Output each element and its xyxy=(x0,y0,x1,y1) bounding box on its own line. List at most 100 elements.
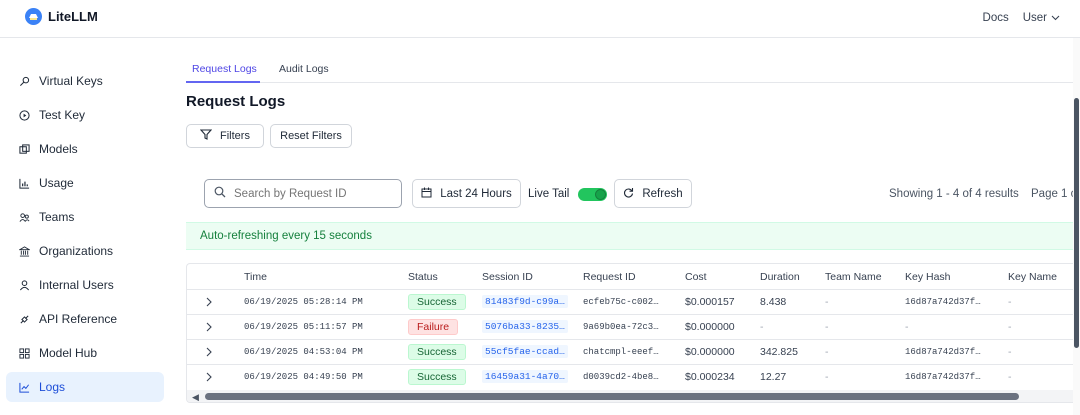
user-menu[interactable]: User xyxy=(1023,12,1060,24)
status-badge: Failure xyxy=(408,319,459,335)
column-header-time[interactable]: Time xyxy=(244,271,267,283)
docs-link[interactable]: Docs xyxy=(983,12,1009,24)
sidebar-item-label: Test Key xyxy=(39,108,86,122)
cell-session-id[interactable]: 16459a31-4a70… xyxy=(482,370,568,383)
sidebar-item-label: Teams xyxy=(39,210,75,224)
cell-time: 06/19/2025 05:28:14 PM xyxy=(244,297,363,307)
refresh-icon xyxy=(623,187,634,201)
chevron-right-icon[interactable] xyxy=(205,296,215,308)
cell-team-name: - xyxy=(825,296,829,308)
cell-key-name: - xyxy=(1008,371,1012,383)
team-icon xyxy=(19,212,30,223)
block-icon xyxy=(19,143,30,155)
scrollbar-thumb[interactable] xyxy=(205,393,1019,400)
sidebar-item-label: Internal Users xyxy=(39,278,114,292)
cell-duration: 12.27 xyxy=(760,371,787,383)
sidebar-item-organizations[interactable]: Organizations xyxy=(6,236,164,266)
sidebar-item-teams[interactable]: Teams xyxy=(6,202,164,232)
cell-team-name: - xyxy=(825,371,829,383)
play-circle-icon xyxy=(19,109,30,121)
table-row[interactable]: 06/19/2025 04:53:04 PM Success 55cf5fae-… xyxy=(187,339,1080,364)
vertical-scrollbar[interactable] xyxy=(1073,38,1080,415)
bank-icon xyxy=(19,245,30,257)
horizontal-scrollbar[interactable]: ◀ xyxy=(187,390,1080,402)
search-input[interactable] xyxy=(234,187,394,200)
table-row[interactable]: 06/19/2025 04:49:50 PM Success 16459a31-… xyxy=(187,364,1080,389)
sidebar-item-usage[interactable]: Usage xyxy=(6,168,164,198)
cell-duration: 8.438 xyxy=(760,296,787,308)
tab-bar: Request Logs Audit Logs xyxy=(186,54,1080,83)
cell-key-name: - xyxy=(1008,346,1012,358)
cell-team-name: - xyxy=(825,346,829,358)
page-indicator: Page 1 c xyxy=(1031,188,1077,200)
sidebar-item-label: Model Hub xyxy=(39,346,98,360)
calendar-icon xyxy=(421,187,432,201)
sidebar-item-api-reference[interactable]: API Reference xyxy=(6,304,164,334)
column-header-key-hash[interactable]: Key Hash xyxy=(905,271,951,283)
cell-cost: $0.000234 xyxy=(685,371,735,383)
key-icon xyxy=(19,76,30,87)
column-header-session-id[interactable]: Session ID xyxy=(482,271,533,283)
sidebar-item-logs[interactable]: Logs xyxy=(6,372,164,402)
column-header-cost[interactable]: Cost xyxy=(685,271,707,283)
refresh-label: Refresh xyxy=(642,187,683,200)
cell-key-name: - xyxy=(1008,321,1012,333)
sidebar-item-virtual-keys[interactable]: Virtual Keys xyxy=(6,66,164,96)
tab-request-logs[interactable]: Request Logs xyxy=(192,63,257,75)
cell-request-id: d0039cd2-4be8… xyxy=(583,372,659,382)
sidebar-item-models[interactable]: Models xyxy=(6,134,164,164)
filters-button[interactable]: Filters xyxy=(186,124,264,148)
status-badge: Success xyxy=(408,369,466,385)
cell-key-hash: 16d87a742d37f… xyxy=(905,297,981,307)
cell-key-hash: - xyxy=(905,321,909,333)
app-name: LiteLLM xyxy=(48,9,98,24)
sidebar-item-label: Logs xyxy=(39,380,66,394)
cell-request-id: chatcmpl-eeef… xyxy=(583,347,659,357)
logo[interactable]: LiteLLM xyxy=(25,8,98,25)
cell-duration: 342.825 xyxy=(760,346,798,358)
logo-icon xyxy=(25,8,42,25)
chevron-right-icon[interactable] xyxy=(205,321,215,333)
cell-key-hash: 16d87a742d37f… xyxy=(905,372,981,382)
user-icon xyxy=(19,279,30,291)
status-badge: Success xyxy=(408,294,466,310)
column-header-team-name[interactable]: Team Name xyxy=(825,271,882,283)
refresh-button[interactable]: Refresh xyxy=(614,179,692,208)
vertical-scrollbar-thumb[interactable] xyxy=(1074,98,1079,348)
cell-cost: $0.000000 xyxy=(685,346,735,358)
table-row[interactable]: 06/19/2025 05:11:57 PM Failure 5076ba33-… xyxy=(187,314,1080,339)
table-row[interactable]: 06/19/2025 05:28:14 PM Success 81483f9d-… xyxy=(187,289,1080,314)
auto-refresh-banner: Auto-refreshing every 15 seconds xyxy=(186,222,1080,250)
cell-session-id[interactable]: 5076ba33-8235… xyxy=(482,320,568,333)
column-header-status[interactable]: Status xyxy=(408,271,438,283)
logs-toolbar: Last 24 Hours Live Tail Refresh Showing … xyxy=(186,168,1080,220)
sidebar-item-label: Organizations xyxy=(39,244,114,258)
column-header-request-id[interactable]: Request ID xyxy=(583,271,636,283)
live-tail-toggle[interactable] xyxy=(578,188,607,201)
sidebar-item-model-hub[interactable]: Model Hub xyxy=(6,338,164,368)
column-header-duration[interactable]: Duration xyxy=(760,271,800,283)
apps-icon xyxy=(19,347,30,359)
chevron-right-icon[interactable] xyxy=(205,346,215,358)
time-range-button[interactable]: Last 24 Hours xyxy=(412,179,521,208)
search-icon xyxy=(214,186,226,201)
reset-filters-button[interactable]: Reset Filters xyxy=(270,124,352,148)
cell-team-name: - xyxy=(825,321,829,333)
live-tail-label: Live Tail xyxy=(528,188,570,200)
cell-session-id[interactable]: 55cf5fae-ccad… xyxy=(482,345,568,358)
sidebar-item-test-key[interactable]: Test Key xyxy=(6,100,164,130)
filter-icon xyxy=(199,129,213,143)
search-box[interactable] xyxy=(204,179,402,208)
sidebar-item-label: Virtual Keys xyxy=(39,74,103,88)
chevron-right-icon[interactable] xyxy=(205,371,215,383)
page-title: Request Logs xyxy=(186,93,286,110)
filters-label: Filters xyxy=(220,130,250,142)
time-range-label: Last 24 Hours xyxy=(440,187,512,200)
tab-audit-logs[interactable]: Audit Logs xyxy=(279,63,329,75)
column-header-key-name[interactable]: Key Name xyxy=(1008,271,1057,283)
sidebar-item-internal-users[interactable]: Internal Users xyxy=(6,270,164,300)
cell-time: 06/19/2025 05:11:57 PM xyxy=(244,322,363,332)
cell-session-id[interactable]: 81483f9d-c99a… xyxy=(482,295,568,308)
cell-cost: $0.000157 xyxy=(685,296,735,308)
scroll-left-arrow-icon[interactable]: ◀ xyxy=(192,392,199,402)
